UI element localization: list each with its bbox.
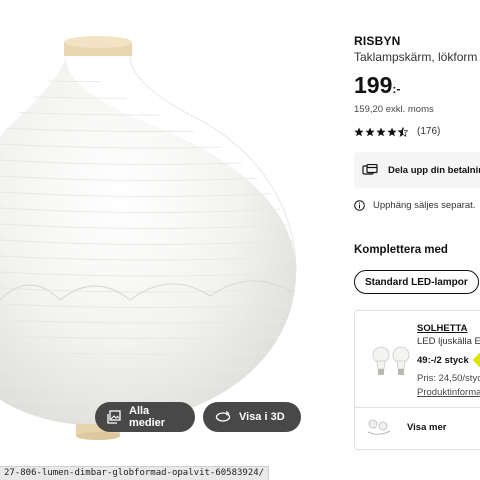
complement-price-row: 49:-/2 styck: [417, 351, 480, 369]
filter-pill-led[interactable]: Standard LED-lampor: [354, 270, 479, 294]
product-price: 199:-: [354, 72, 400, 99]
split-payment-label: Dela upp din betalning: [388, 164, 480, 176]
product-image-area[interactable]: Alla medier Visa i 3D: [0, 0, 340, 460]
card-divider: [355, 407, 480, 408]
info-icon: [354, 200, 365, 211]
price-excl-vat: 159,20 exkl. moms: [354, 104, 434, 115]
price-suffix: :-: [392, 82, 401, 96]
split-payment-box[interactable]: Dela upp din betalning: [354, 152, 480, 188]
complement-item: SOLHETTA LED ljuskälla E27 49:-/2 styck …: [417, 323, 480, 398]
show-more-label: Visa mer: [407, 421, 447, 433]
product-description: Taklampskärm, lökform: [354, 50, 478, 64]
gallery-icon: [107, 410, 121, 424]
all-media-button[interactable]: Alla medier: [95, 402, 195, 432]
show-more-row[interactable]: Visa mer: [365, 417, 446, 437]
complement-unit-price: Pris: 24,50/styck: [417, 373, 480, 384]
complement-heading: Komplettera med: [354, 244, 448, 256]
star-icon: [354, 127, 364, 136]
rotate-3d-icon: [215, 411, 231, 422]
rating[interactable]: (176): [354, 126, 440, 137]
product-name: RISBYN: [354, 34, 401, 48]
product-page: Alla medier Visa i 3D 27-806-lumen-dimba…: [0, 0, 480, 480]
rating-count: (176): [417, 126, 441, 137]
star-icon: [387, 127, 397, 136]
price-tag-icon: [472, 351, 480, 369]
hanger-notice: Upphäng säljes separat.: [354, 200, 475, 211]
complement-item-price: 49:-/2 styck: [417, 354, 469, 366]
led-bulbs-icon[interactable]: [369, 339, 413, 383]
complement-card: SOLHETTA LED ljuskälla E27 49:-/2 styck …: [354, 310, 480, 450]
complement-item-desc: LED ljuskälla E27: [417, 336, 480, 347]
half-star-icon: [398, 126, 408, 137]
view-3d-button[interactable]: Visa i 3D: [203, 402, 301, 432]
complement-item-name[interactable]: SOLHETTA: [417, 323, 480, 334]
lamp-shade-image: [0, 36, 297, 440]
notice-text: Upphäng säljes separat.: [373, 200, 476, 211]
accessories-icon: [367, 419, 391, 435]
product-info-link[interactable]: Produktinformation: [417, 387, 480, 398]
all-media-label: Alla medier: [129, 405, 166, 429]
card-split-icon: [362, 164, 378, 175]
star-icon: [376, 127, 386, 136]
status-bar-url: 27-806-lumen-dimbar-globformad-opalvit-6…: [0, 466, 270, 480]
view-3d-label: Visa i 3D: [239, 411, 285, 423]
price-main: 199: [354, 72, 393, 98]
star-icon: [365, 127, 375, 136]
